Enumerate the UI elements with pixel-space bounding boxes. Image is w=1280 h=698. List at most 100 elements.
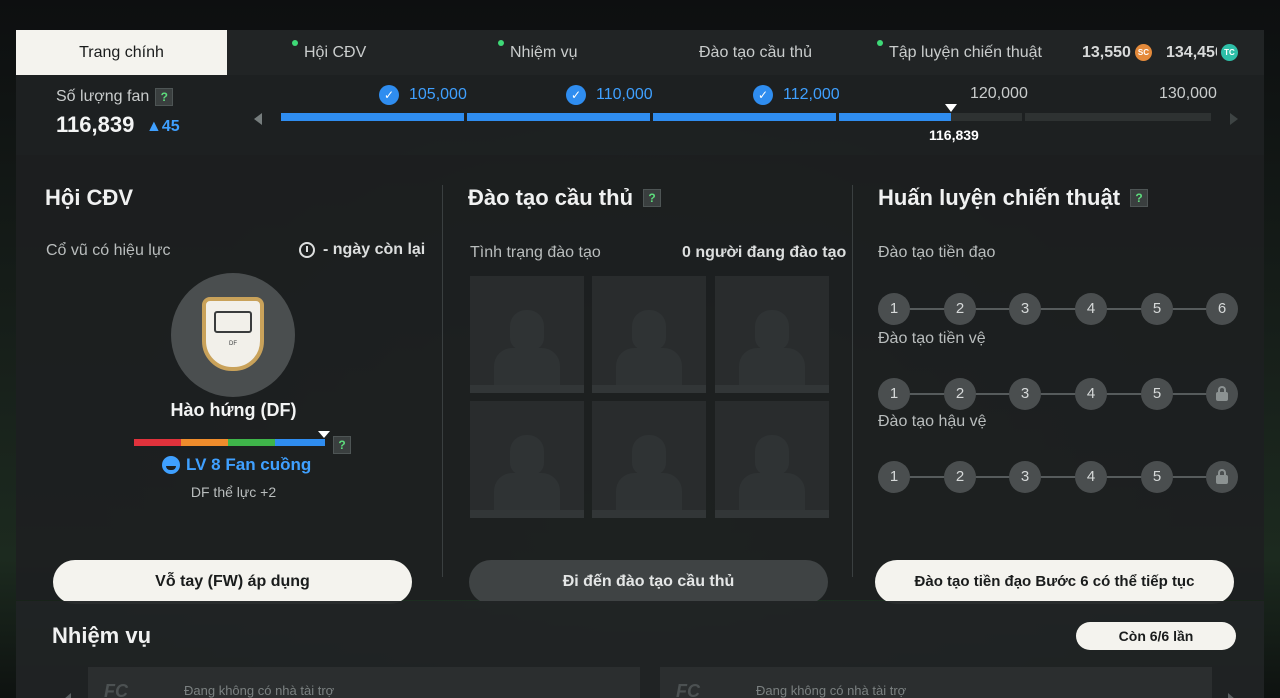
- progress-segment: [281, 113, 464, 121]
- training-slot[interactable]: [715, 276, 829, 393]
- milestone-112000: ✓ 112,000: [753, 85, 840, 105]
- notification-dot: [877, 40, 883, 46]
- fc-logo-icon: FC: [104, 681, 128, 698]
- missions-prev-icon[interactable]: [64, 693, 71, 698]
- step-node[interactable]: 6: [1206, 293, 1238, 325]
- training-slot[interactable]: [470, 401, 584, 518]
- step-node[interactable]: 2: [944, 293, 976, 325]
- step-node[interactable]: 4: [1075, 293, 1107, 325]
- fan-label-text: Số lượng fan: [56, 88, 150, 105]
- check-icon: ✓: [379, 85, 399, 105]
- help-icon[interactable]: ?: [1130, 189, 1149, 207]
- fan-count-strip: Số lượng fan ? 116,839 ▲45 ✓ 105,000 ✓ 1…: [16, 75, 1264, 155]
- remaining-badge[interactable]: Còn 6/6 lần: [1076, 622, 1236, 650]
- milestone-110000: ✓ 110,000: [566, 85, 653, 105]
- apply-cheer-button[interactable]: Vỗ tay (FW) áp dụng: [53, 560, 412, 604]
- help-icon[interactable]: ?: [155, 88, 174, 106]
- milestone-value: 112,000: [783, 86, 840, 103]
- step-node[interactable]: 3: [1009, 461, 1041, 493]
- level-bar-orange: [181, 439, 228, 446]
- top-tab-bar: Trang chính Hội CĐV Nhiệm vụ Đào tạo cầu…: [16, 30, 1264, 75]
- tab-label: Nhiệm vụ: [510, 44, 578, 61]
- smiley-icon: [162, 456, 180, 474]
- cheer-name: Hào hứng (DF): [170, 400, 297, 420]
- step-node[interactable]: 2: [944, 461, 976, 493]
- step-node[interactable]: 1: [878, 378, 910, 410]
- step-node[interactable]: 3: [1009, 378, 1041, 410]
- training-slot[interactable]: [470, 276, 584, 393]
- cheer-badge[interactable]: DF: [171, 273, 295, 397]
- step-node[interactable]: 5: [1141, 293, 1173, 325]
- locked-step-node[interactable]: [1206, 461, 1238, 493]
- milestone-130000: 130,000: [1159, 85, 1217, 103]
- training-slot[interactable]: [592, 276, 706, 393]
- help-icon[interactable]: ?: [333, 436, 351, 454]
- battery-icon: [214, 311, 252, 333]
- check-icon: ✓: [753, 85, 773, 105]
- sponsor-card[interactable]: FC Đang không có nhà tài trợ: [88, 667, 640, 698]
- tab-home[interactable]: Trang chính: [16, 30, 227, 75]
- training-slot[interactable]: [592, 401, 706, 518]
- step-node[interactable]: 5: [1141, 461, 1173, 493]
- step-node[interactable]: 4: [1075, 378, 1107, 410]
- tab-label: Đào tạo cầu thủ: [699, 44, 812, 61]
- tab-fan-club[interactable]: Hội CĐV: [292, 30, 366, 75]
- slot-footer: [592, 385, 706, 393]
- lock-icon: [1216, 386, 1228, 401]
- fan-delta: ▲45: [146, 118, 180, 135]
- step-node[interactable]: 1: [878, 293, 910, 325]
- progress-segment: [839, 113, 1022, 121]
- level-bar-red: [134, 439, 181, 446]
- slot-footer: [715, 385, 829, 393]
- step-node[interactable]: 3: [1009, 293, 1041, 325]
- step-node[interactable]: 1: [878, 461, 910, 493]
- step-node[interactable]: 5: [1141, 378, 1173, 410]
- go-to-training-button[interactable]: Đi đến đào tạo cầu thủ: [469, 560, 828, 604]
- locked-step-node[interactable]: [1206, 378, 1238, 410]
- notification-dot: [498, 40, 504, 46]
- sponsor-card[interactable]: FC Đang không có nhà tài trợ: [660, 667, 1212, 698]
- missions-title: Nhiệm vụ: [52, 623, 152, 648]
- step-node[interactable]: 4: [1075, 461, 1107, 493]
- active-cheer-label: Cổ vũ có hiệu lực: [46, 242, 171, 259]
- milestone-value: 110,000: [596, 86, 653, 103]
- level-marker-icon: [318, 431, 330, 438]
- check-icon: ✓: [566, 85, 586, 105]
- help-icon[interactable]: ?: [643, 189, 662, 207]
- sc-coin-icon: SC: [1134, 44, 1152, 61]
- tab-player-training[interactable]: Đào tạo cầu thủ: [699, 30, 812, 75]
- fan-delta-value: 45: [161, 118, 180, 135]
- progress-segment: [653, 113, 836, 121]
- continue-forward-training-button[interactable]: Đào tạo tiền đạo Bước 6 có thể tiếp tục: [875, 560, 1234, 604]
- milestone-120000: 120,000: [970, 85, 1028, 103]
- slot-footer: [470, 510, 584, 518]
- sc-currency: 13,550 SC: [1082, 30, 1152, 75]
- midfield-training-label: Đào tạo tiền vệ: [878, 330, 986, 347]
- forward-training-label: Đào tạo tiền đạo: [878, 244, 996, 261]
- tab-tactical-training[interactable]: Tập luyện chiến thuật: [877, 30, 1042, 75]
- sponsor-text: Đang không có nhà tài trợ: [184, 683, 335, 698]
- tab-missions[interactable]: Nhiệm vụ: [498, 30, 578, 75]
- fan-label: Số lượng fan ?: [56, 88, 174, 106]
- fan-club-title: Hội CĐV: [45, 185, 133, 211]
- milestone-value: 120,000: [970, 85, 1028, 102]
- section-title-text: Huấn luyện chiến thuật: [878, 185, 1121, 210]
- progress-segment: [1025, 113, 1211, 121]
- progress-cursor-icon: [945, 104, 957, 112]
- progress-segment-fill: [839, 113, 951, 121]
- fan-level-text: LV 8 Fan cuồng: [186, 455, 312, 474]
- main-frame: Trang chính Hội CĐV Nhiệm vụ Đào tạo cầu…: [16, 30, 1264, 698]
- step-node[interactable]: 2: [944, 378, 976, 410]
- section-title-text: Hội CĐV: [45, 185, 133, 210]
- training-slot[interactable]: [715, 401, 829, 518]
- milestone-value: 130,000: [1159, 85, 1217, 102]
- overview-panel: Hội CĐV Cổ vũ có hiệu lực - ngày còn lại…: [16, 155, 1264, 604]
- scroll-left-icon[interactable]: [254, 113, 262, 125]
- missions-next-icon[interactable]: [1228, 693, 1235, 698]
- scroll-right-icon[interactable]: [1230, 113, 1238, 125]
- tab-label: Tập luyện chiến thuật: [889, 44, 1042, 61]
- sc-value: 13,550: [1082, 44, 1131, 61]
- player-silhouette-icon: [510, 435, 544, 475]
- milestone-value: 105,000: [409, 86, 467, 103]
- tc-currency: 134,450 TC: [1166, 30, 1238, 75]
